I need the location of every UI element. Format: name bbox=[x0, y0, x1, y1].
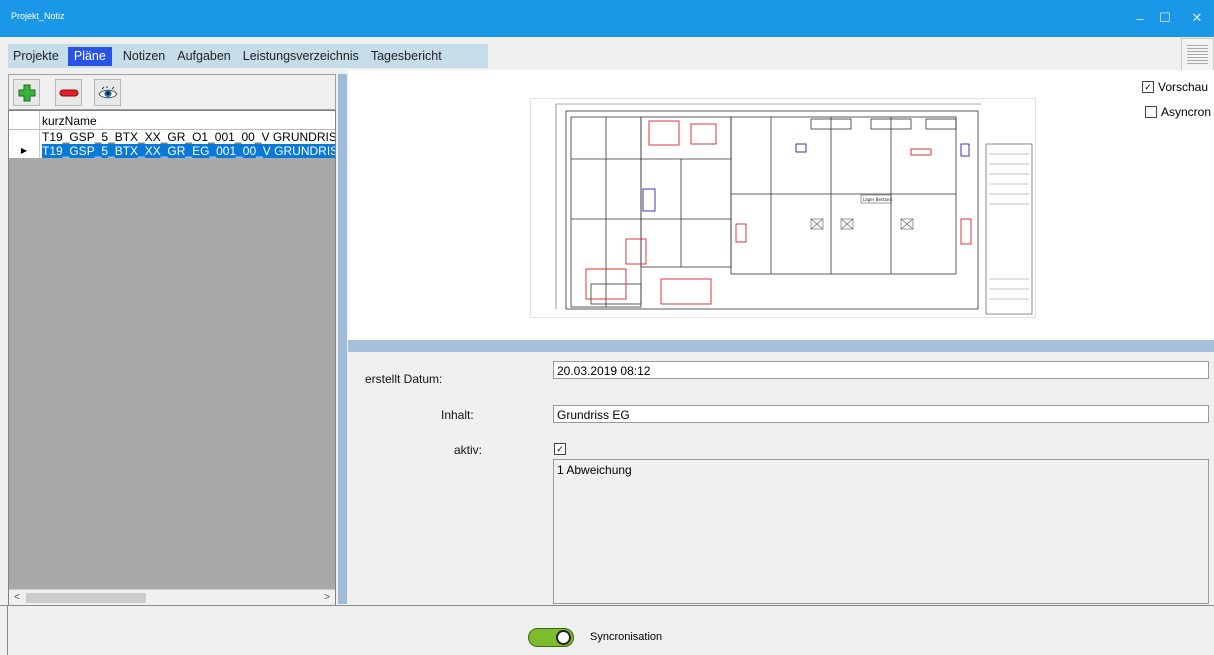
minimize-icon: – bbox=[1136, 10, 1144, 26]
table-row[interactable]: ▶ T19_GSP_5_BTX_XX_GR_EG_001_00_V GRUNDR… bbox=[9, 144, 335, 158]
sync-label: Syncronisation bbox=[590, 631, 663, 643]
plus-icon bbox=[18, 84, 35, 101]
table-cell[interactable]: T19_GSP_5_BTX_XX_GR_O1_001_00_V GRUNDRIS… bbox=[42, 130, 335, 144]
note-textarea[interactable]: 1 Abweichung bbox=[553, 459, 1209, 604]
remove-plan-button[interactable] bbox=[55, 79, 82, 106]
created-date-label: erstellt Datum: bbox=[365, 372, 443, 386]
content-label: Inhalt: bbox=[441, 408, 474, 422]
asyncron-checkbox[interactable]: Asyncron bbox=[1145, 105, 1211, 119]
menu-plaene[interactable]: Pläne bbox=[67, 46, 112, 66]
active-label: aktiv: bbox=[454, 443, 483, 457]
horizontal-splitter[interactable] bbox=[348, 340, 1214, 352]
menu-notizen[interactable]: Notizen bbox=[118, 47, 170, 66]
plan-stamp-label: Lager Bestand bbox=[863, 197, 892, 202]
table-row[interactable]: T19_GSP_5_BTX_XX_GR_O1_001_00_V GRUNDRIS… bbox=[9, 130, 335, 144]
sync-toggle[interactable] bbox=[528, 628, 574, 647]
asyncron-check-icon[interactable] bbox=[1145, 106, 1157, 118]
content-field[interactable]: Grundriss EG bbox=[553, 405, 1209, 423]
menu-projekte[interactable]: Projekte bbox=[8, 47, 64, 66]
table-cell[interactable]: T19_GSP_5_BTX_XX_GR_EG_001_00_V GRUNDRIS… bbox=[42, 144, 335, 158]
vorschau-label: Vorschau bbox=[1158, 80, 1209, 94]
view-plan-button[interactable] bbox=[94, 79, 121, 106]
footer-divider bbox=[0, 605, 1214, 606]
eye-icon bbox=[97, 85, 118, 98]
menu-leistungsverzeichnis[interactable]: Leistungsverzeichnis bbox=[238, 47, 364, 66]
active-checkbox[interactable]: ✓ bbox=[554, 443, 566, 455]
created-date-field[interactable]: 20.03.2019 08:12 bbox=[553, 361, 1209, 379]
horizontal-scrollbar[interactable]: < > bbox=[9, 589, 335, 605]
asyncron-label: Asyncron bbox=[1161, 105, 1212, 119]
row-header[interactable] bbox=[9, 130, 40, 144]
plans-grid: kurzName T19_GSP_5_BTX_XX_GR_O1_001_00_V… bbox=[8, 110, 336, 606]
minus-icon bbox=[59, 89, 78, 96]
toggle-knob bbox=[556, 630, 571, 645]
vorschau-check-icon[interactable]: ✓ bbox=[1142, 81, 1154, 93]
vertical-splitter[interactable] bbox=[338, 74, 347, 604]
title-bar: Projekt_Notiz – ☐ ✕ bbox=[0, 0, 1214, 37]
maximize-icon: ☐ bbox=[1159, 10, 1171, 25]
scrollbar-thumb[interactable] bbox=[26, 593, 146, 603]
close-button[interactable]: ✕ bbox=[1182, 6, 1212, 30]
row-header[interactable]: ▶ bbox=[9, 144, 40, 158]
menu-tagesbericht[interactable]: Tagesbericht bbox=[366, 47, 447, 66]
column-header-kurzname[interactable]: kurzName bbox=[42, 114, 97, 128]
maximize-button[interactable]: ☐ bbox=[1150, 6, 1180, 30]
scroll-left-icon[interactable]: < bbox=[10, 591, 24, 605]
add-plan-button[interactable] bbox=[13, 79, 40, 106]
menu-aufgaben[interactable]: Aufgaben bbox=[172, 47, 236, 66]
scroll-right-icon[interactable]: > bbox=[320, 591, 334, 605]
window-title: Projekt_Notiz bbox=[11, 11, 65, 21]
menu-bar: Projekte Pläne Notizen Aufgaben Leistung… bbox=[8, 44, 488, 68]
close-icon: ✕ bbox=[1191, 10, 1203, 25]
floor-plan-drawing: Lager Bestand bbox=[555, 103, 1033, 315]
plan-toolbar bbox=[8, 74, 336, 110]
vorschau-checkbox[interactable]: ✓ Vorschau bbox=[1142, 80, 1208, 94]
plan-preview-image[interactable]: Lager Bestand bbox=[530, 98, 1036, 318]
grid-header: kurzName bbox=[9, 111, 335, 130]
grip-icon[interactable] bbox=[1181, 38, 1214, 72]
